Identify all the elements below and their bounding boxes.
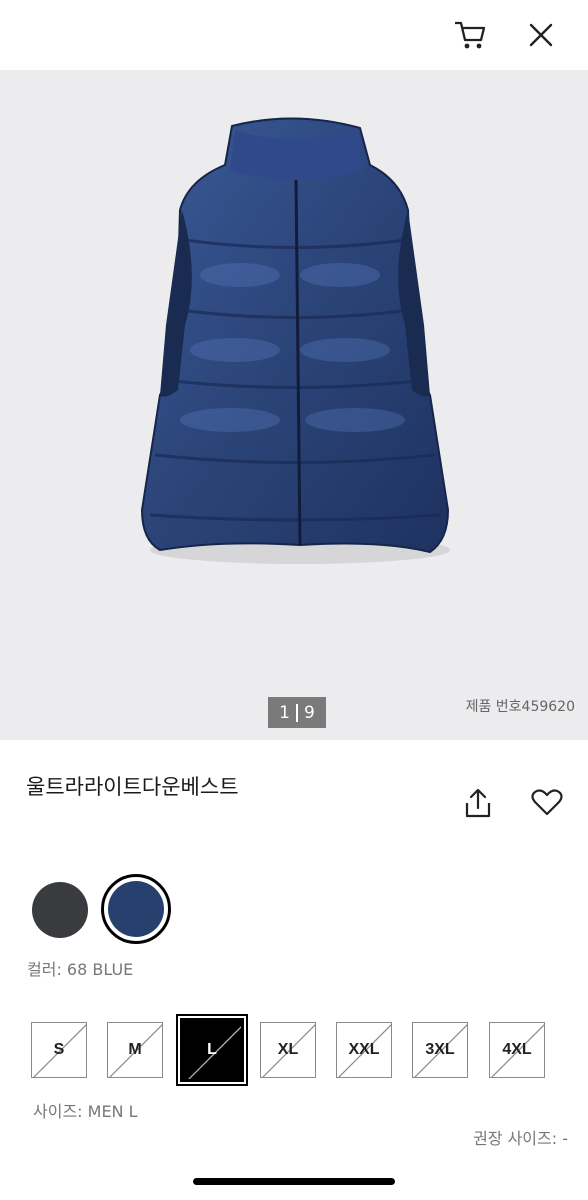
product-number: 제품 번호459620 — [465, 699, 575, 715]
size-option-l[interactable]: L — [176, 1014, 248, 1086]
image-current: 1 — [279, 702, 290, 723]
size-label-s: S — [53, 1041, 65, 1058]
size-label-m: M — [128, 1041, 142, 1058]
product-title: 울트라라이트다운베스트 — [26, 775, 239, 799]
size-label-4xl: 4XL — [502, 1041, 532, 1058]
product-image[interactable] — [0, 70, 588, 740]
color-swatch-dark-gray[interactable] — [32, 882, 88, 938]
color-label: 컬러: 68 BLUE — [27, 960, 134, 979]
cart-icon — [455, 21, 486, 49]
share-icon — [465, 788, 491, 818]
close-icon — [529, 23, 553, 47]
home-indicator — [193, 1178, 395, 1185]
size-option-xxl[interactable]: XXL — [336, 1022, 392, 1078]
top-bar — [0, 0, 588, 70]
image-total: 9 — [304, 702, 315, 723]
size-label-l: L — [207, 1041, 217, 1058]
image-counter: 1 9 — [268, 697, 326, 728]
color-swatch-blue[interactable] — [101, 874, 171, 944]
size-label: 사이즈: MEN L — [33, 1102, 138, 1121]
close-button[interactable] — [522, 17, 560, 53]
size-option-s[interactable]: S — [31, 1022, 87, 1078]
size-option-4xl[interactable]: 4XL — [489, 1022, 545, 1078]
recommended-size: 권장 사이즈: - — [473, 1129, 568, 1148]
wishlist-button[interactable] — [528, 785, 566, 819]
heart-icon — [531, 789, 563, 816]
counter-divider — [296, 703, 298, 722]
share-button[interactable] — [460, 785, 496, 821]
size-label-xl: XL — [277, 1041, 299, 1058]
cart-button[interactable] — [451, 17, 489, 53]
size-label-3xl: 3XL — [425, 1041, 455, 1058]
color-swatch-blue-fill — [108, 881, 164, 937]
size-option-xl[interactable]: XL — [260, 1022, 316, 1078]
size-option-m[interactable]: M — [107, 1022, 163, 1078]
vest-image — [140, 117, 450, 564]
size-option-3xl[interactable]: 3XL — [412, 1022, 468, 1078]
size-label-xxl: XXL — [348, 1041, 380, 1058]
